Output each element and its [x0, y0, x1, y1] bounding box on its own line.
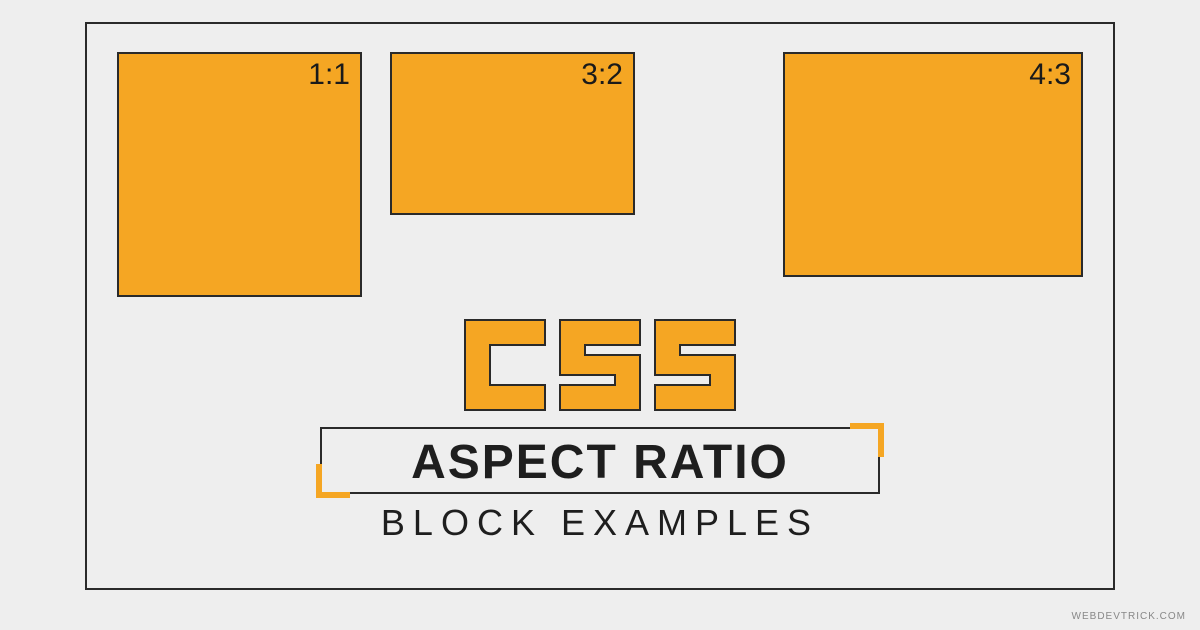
corner-accent-bottom-left-icon: [316, 464, 350, 498]
css-logo: [87, 315, 1113, 415]
ratio-box-3-2: 3:2: [390, 52, 635, 215]
ratio-label: 3:2: [581, 58, 623, 92]
ratio-label: 1:1: [308, 58, 350, 92]
ratio-label: 4:3: [1029, 58, 1071, 92]
ratio-boxes-row: 1:1 3:2 4:3: [87, 24, 1113, 297]
title-text: ASPECT RATIO: [342, 435, 858, 490]
ratio-box-1-1: 1:1: [117, 52, 362, 297]
watermark: WEBDEVTRICK.COM: [1072, 611, 1186, 622]
corner-accent-top-right-icon: [850, 423, 884, 457]
ratio-box-4-3: 4:3: [783, 52, 1083, 277]
title-box: ASPECT RATIO: [320, 427, 880, 494]
subtitle-text: BLOCK EXAMPLES: [87, 502, 1113, 544]
content-frame: 1:1 3:2 4:3 ASPECT RATIO BLOC: [85, 22, 1115, 590]
